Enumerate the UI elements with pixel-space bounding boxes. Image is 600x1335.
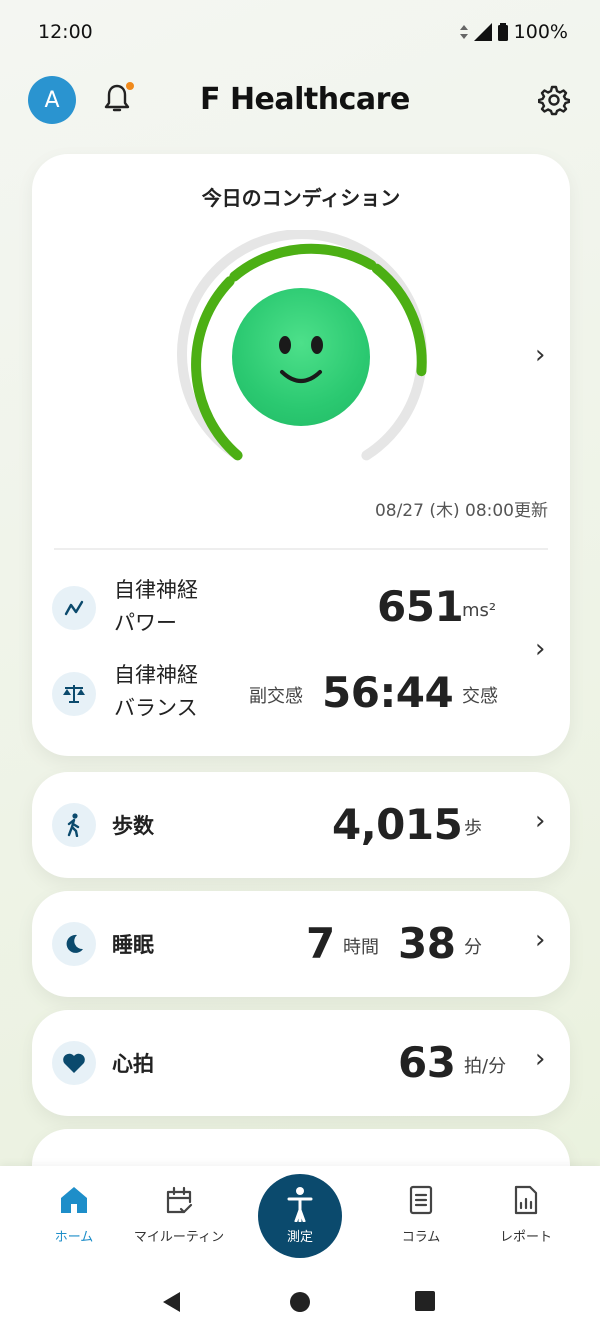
balance-label: 自律神経 バランス [114, 663, 198, 720]
power-value: 651 [377, 582, 464, 631]
data-arrows-icon [459, 25, 468, 39]
document-icon [409, 1185, 433, 1215]
steps-unit: 歩 [464, 818, 482, 839]
calendar-check-icon [166, 1186, 193, 1214]
recents-square-icon[interactable] [414, 1290, 436, 1312]
sleep-label: 睡眠 [112, 933, 154, 957]
power-icon-badge [52, 586, 96, 630]
trend-line-icon [64, 600, 84, 616]
nav-home-label: ホーム [54, 1230, 94, 1245]
avatar[interactable]: A [28, 76, 76, 124]
measure-label: 測定 [286, 1230, 313, 1245]
heart-icon [63, 1053, 85, 1073]
back-triangle-icon[interactable] [160, 1290, 184, 1314]
condition-card[interactable]: 今日のコンディション › 08/27 (木) 08:00更新 自律神経 パワー … [32, 154, 570, 756]
nav-routine-label: マイルーティン [133, 1230, 225, 1245]
steps-icon-badge [52, 803, 96, 847]
sleep-hours: 7 [306, 919, 335, 968]
walking-person-icon [67, 813, 80, 837]
sleep-card[interactable]: 睡眠 7 時間 38 分 › [32, 891, 570, 997]
chevron-right-icon: › [535, 806, 546, 836]
steps-card[interactable]: 歩数 4,015 歩 › [32, 772, 570, 878]
balance-value: 56:44 [322, 668, 454, 717]
bottom-navigation: ホーム マイルーティン 測定 コラム レポート [0, 1166, 600, 1278]
heart-unit: 拍/分 [464, 1056, 507, 1077]
battery-percent: 100% [513, 21, 568, 43]
gauge-fill [371, 263, 427, 377]
smile-face-icon [279, 336, 323, 383]
gear-icon [537, 85, 571, 116]
heart-card[interactable]: 心拍 63 拍/分 › [32, 1010, 570, 1116]
home-icon [61, 1187, 87, 1213]
moon-icon [66, 934, 83, 953]
nav-report-label: レポート [499, 1230, 552, 1245]
status-bar: 12:00 100% [0, 0, 600, 64]
steps-value: 4,015 [332, 800, 463, 849]
nav-my-routine[interactable]: マイルーティン [119, 1184, 239, 1245]
sympathetic-label: 交感 [462, 686, 498, 707]
scale-icon [63, 685, 85, 703]
condition-updated-time: 08/27 (木) 08:00更新 [374, 501, 548, 521]
condition-face [232, 288, 370, 426]
heart-label: 心拍 [112, 1052, 154, 1076]
power-label: 自律神経 パワー [114, 578, 198, 635]
notification-bell[interactable] [104, 82, 134, 116]
balance-icon-badge [52, 672, 96, 716]
brand-title: F Healthcare [200, 82, 410, 117]
notification-dot [126, 82, 134, 90]
power-unit: ms² [462, 600, 497, 621]
person-icon [287, 1187, 313, 1223]
status-time: 12:00 [38, 21, 93, 43]
gauge-fill [229, 243, 377, 282]
app-header: A F Healthcare [0, 70, 600, 134]
measure-button[interactable]: 測定 [258, 1174, 342, 1258]
signal-icon [473, 23, 492, 41]
chevron-right-icon: › [535, 634, 546, 664]
sleep-icon-badge [52, 922, 96, 966]
nav-column[interactable]: コラム [361, 1184, 481, 1245]
heart-value: 63 [398, 1038, 456, 1087]
heart-icon-badge [52, 1041, 96, 1085]
status-icons: 100% [459, 21, 568, 43]
chevron-right-icon: › [535, 925, 546, 955]
chevron-right-icon: › [535, 340, 546, 370]
nav-column-label: コラム [401, 1230, 441, 1245]
condition-title: 今日のコンディション [201, 186, 401, 210]
chevron-right-icon: › [535, 1044, 546, 1074]
sleep-minutes: 38 [398, 919, 456, 968]
home-circle-icon[interactable] [288, 1290, 312, 1314]
divider [54, 548, 548, 550]
nav-home[interactable]: ホーム [14, 1184, 134, 1245]
system-navigation-bar [0, 1278, 600, 1335]
settings-button[interactable] [537, 84, 571, 116]
steps-label: 歩数 [112, 814, 154, 838]
nav-report[interactable]: レポート [466, 1184, 586, 1245]
parasympathetic-label: 副交感 [249, 686, 303, 707]
battery-icon [497, 23, 508, 41]
report-chart-icon [514, 1185, 538, 1215]
sleep-minutes-unit: 分 [464, 937, 482, 958]
sleep-hours-unit: 時間 [343, 937, 379, 958]
